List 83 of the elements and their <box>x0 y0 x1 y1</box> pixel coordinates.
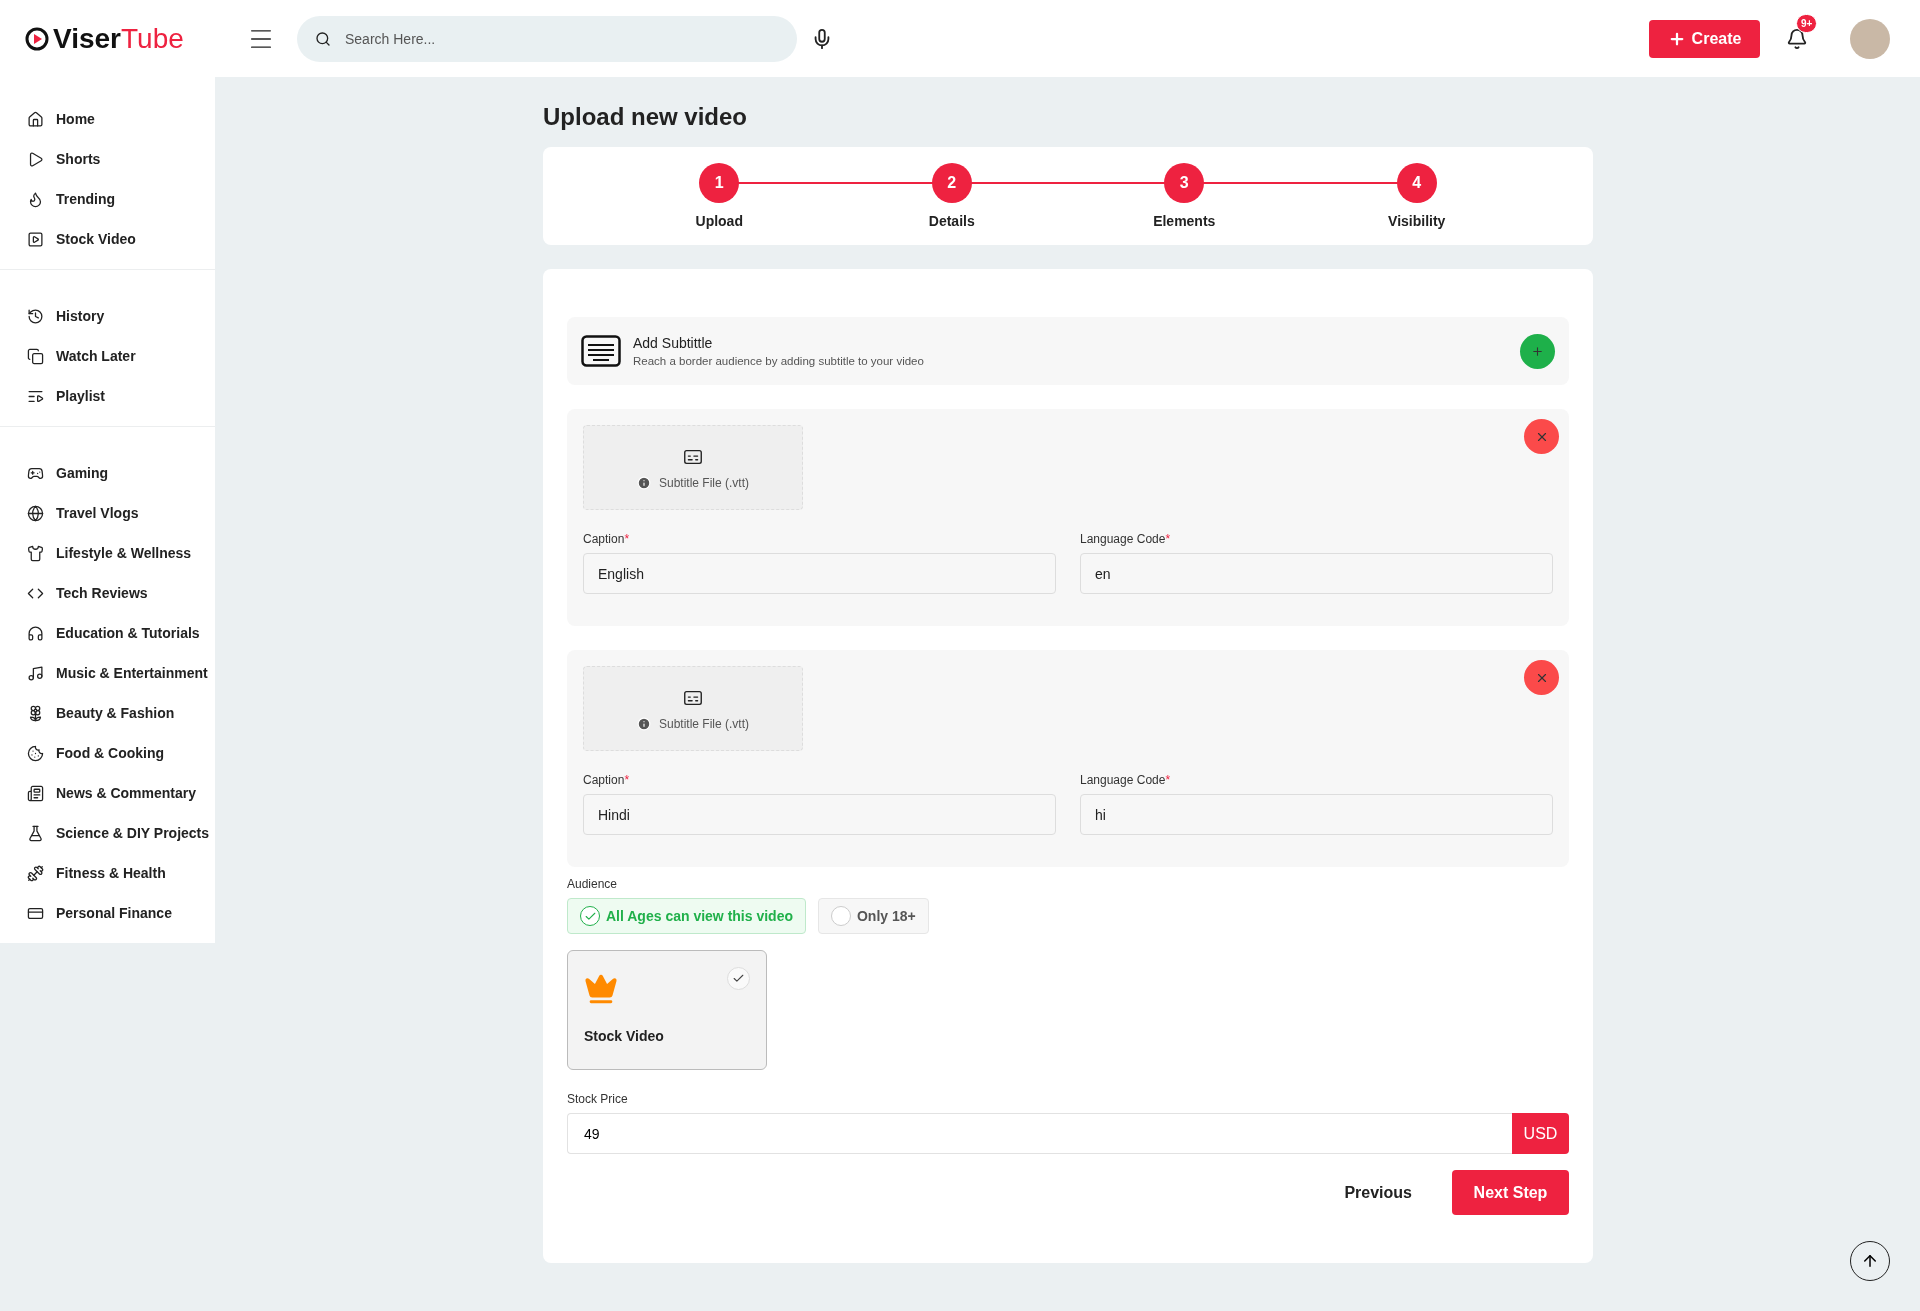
field-label: Language Code* <box>1080 773 1172 787</box>
step-label: Details <box>928 213 975 229</box>
sidebar-item[interactable]: Watch Later <box>0 336 215 376</box>
previous-button[interactable]: Previous <box>1338 1170 1418 1215</box>
music-note-icon <box>27 664 44 682</box>
sidebar-item[interactable]: Playlist <box>0 376 215 416</box>
notification-button[interactable] <box>1786 27 1808 50</box>
sidebar-item[interactable]: Trending <box>0 179 215 219</box>
sidebar-item[interactable]: Travel Vlogs <box>0 493 215 533</box>
history-icon <box>27 307 44 325</box>
shirt-icon <box>27 544 44 562</box>
currency-label: USD <box>1512 1113 1569 1154</box>
add-subtitle-description: Reach a border audience by adding subtitle to your video <box>633 355 925 367</box>
video-icon <box>27 230 44 248</box>
field-label: Caption* <box>583 773 631 787</box>
sidebar-item[interactable]: News & Commentary <box>0 773 215 813</box>
dumbbell-icon <box>27 864 44 882</box>
sidebar-item[interactable]: History <box>0 296 215 336</box>
search-icon <box>315 30 331 47</box>
search-input[interactable]: Search Here... <box>343 29 779 48</box>
sidebar-item[interactable]: Personal Finance <box>0 893 215 933</box>
caption-field[interactable]: English <box>583 553 1056 594</box>
language-code-field[interactable]: hi <box>1080 794 1553 835</box>
file-label: Subtitle File (.vtt) <box>659 716 749 731</box>
remove-button[interactable] <box>1524 660 1559 695</box>
language-code-field[interactable]: en <box>1080 553 1553 594</box>
tick-icon <box>732 972 745 985</box>
caption-field[interactable]: Hindi <box>583 794 1056 835</box>
step-number: 2 <box>931 163 972 203</box>
crown-icon <box>584 972 618 1006</box>
field-label: Audience <box>567 877 619 891</box>
play-icon <box>27 150 44 168</box>
sidebar-item[interactable]: Fitness & Health <box>0 853 215 893</box>
file-drop-zone[interactable]: Subtitle File (.vtt) <box>583 425 803 510</box>
search-field[interactable]: Search Here... <box>297 15 797 62</box>
page-title: Upload new video <box>543 103 749 131</box>
sidebar-item[interactable]: Beauty & Fashion <box>0 693 215 733</box>
stacked-pages-icon <box>27 347 44 365</box>
flask-icon <box>27 824 44 842</box>
info-icon <box>637 716 651 731</box>
field-label: Stock Price <box>567 1092 629 1106</box>
sidebar-item[interactable]: Lifestyle & Wellness <box>0 533 215 573</box>
subtitle-lines-icon <box>581 335 621 367</box>
globe-icon <box>27 504 44 522</box>
remove-button[interactable] <box>1524 419 1559 454</box>
flame-icon <box>27 190 44 208</box>
home-icon <box>27 110 44 128</box>
sidebar-item[interactable]: Science & DIY Projects <box>0 813 215 853</box>
flower-icon <box>27 704 44 722</box>
price-field[interactable]: 49 <box>567 1113 1512 1154</box>
file-label: Subtitle File (.vtt) <box>659 475 749 490</box>
newspaper-icon <box>27 784 44 802</box>
bell-icon <box>1786 27 1808 50</box>
notification-badge: 9+ <box>1796 13 1818 33</box>
stock-video-option[interactable]: Stock Video <box>567 950 767 1070</box>
step-number: 4 <box>1396 163 1437 203</box>
step-number: 1 <box>699 163 740 203</box>
sidebar-item[interactable]: Gaming <box>0 453 215 493</box>
play-logo-icon <box>25 26 49 51</box>
create-button[interactable]: Create <box>1649 19 1760 58</box>
add-subtitle-title: Add Subtittle <box>633 335 714 351</box>
step-number: 3 <box>1164 163 1205 203</box>
headphones-icon <box>27 624 44 642</box>
logo-text: ViserTube <box>53 22 184 55</box>
plus-icon <box>1531 344 1544 358</box>
sidebar-item[interactable]: Tech Reviews <box>0 573 215 613</box>
add-button[interactable] <box>1520 333 1555 369</box>
step-label: Visibility <box>1388 213 1446 229</box>
audience-option[interactable]: Only 18+ <box>818 898 929 934</box>
sidebar-item[interactable]: Education & Tutorials <box>0 613 215 653</box>
step-label: Elements <box>1153 213 1216 229</box>
field-label: Language Code* <box>1080 532 1172 546</box>
field-label: Caption* <box>583 532 631 546</box>
next-step-button[interactable]: Next Step <box>1452 1170 1569 1215</box>
step-label: Upload <box>695 213 743 229</box>
info-icon <box>637 475 651 490</box>
file-drop-zone[interactable]: Subtitle File (.vtt) <box>583 666 803 751</box>
sidebar-item[interactable]: Music & Entertainment <box>0 653 215 693</box>
sidebar-item[interactable]: Stock Video <box>0 219 215 259</box>
sidebar-item[interactable]: Home <box>0 99 215 139</box>
sidebar-item[interactable]: Food & Cooking <box>0 733 215 773</box>
sidebar-item[interactable]: Shorts <box>0 139 215 179</box>
cookie-icon <box>27 744 44 762</box>
